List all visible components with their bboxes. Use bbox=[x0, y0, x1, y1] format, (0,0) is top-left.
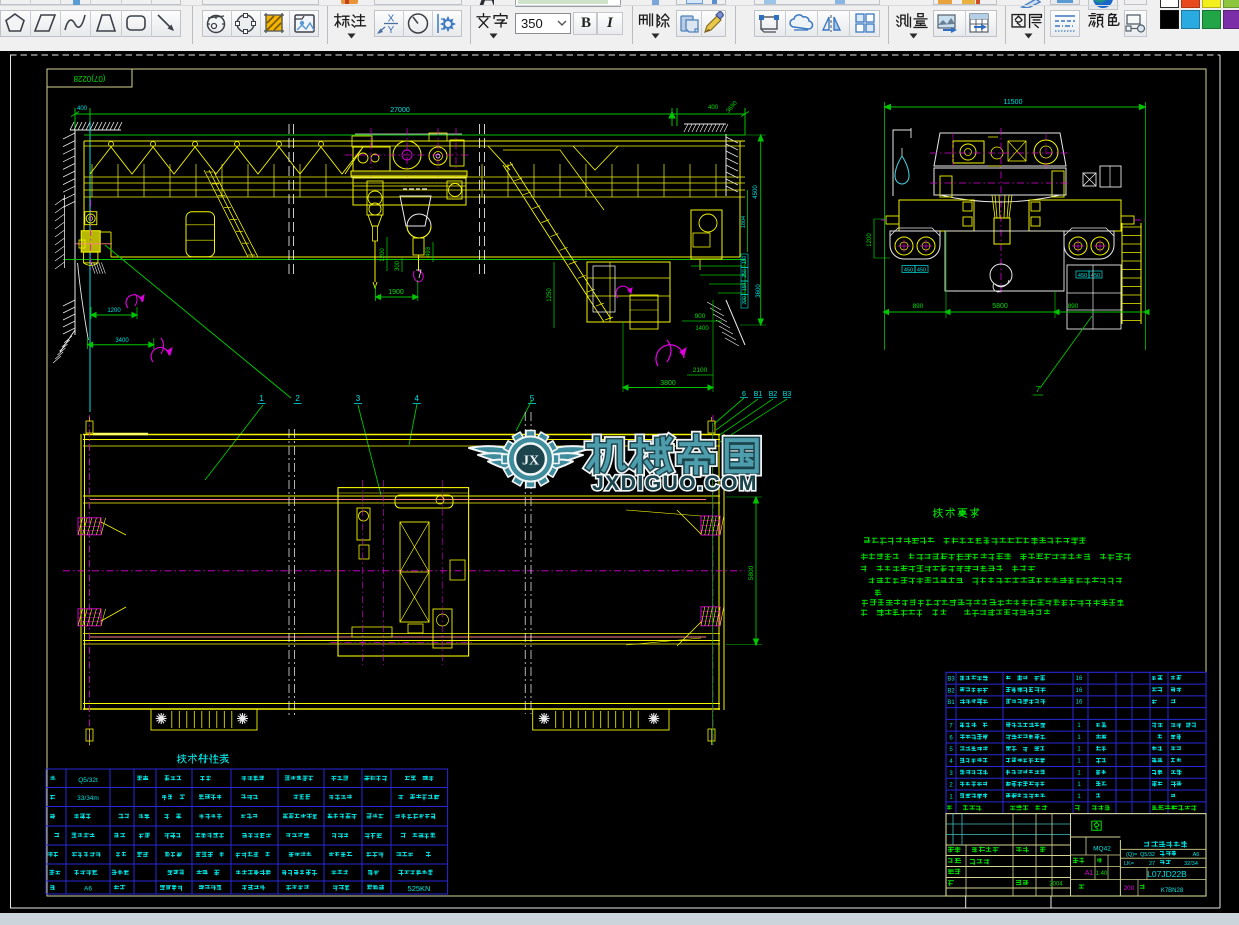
svg-text:7: 7 bbox=[1036, 385, 1041, 394]
svg-text:450: 450 bbox=[904, 267, 913, 273]
svg-text:200: 200 bbox=[742, 296, 748, 305]
svg-text:LK=: LK= bbox=[1124, 861, 1134, 867]
svg-text:1804: 1804 bbox=[741, 216, 747, 228]
svg-text:1: 1 bbox=[259, 394, 264, 403]
svg-text:493: 493 bbox=[426, 246, 432, 257]
svg-text:5800: 5800 bbox=[992, 303, 1008, 310]
svg-text:16: 16 bbox=[1076, 688, 1083, 694]
svg-text:Y: Y bbox=[388, 25, 395, 36]
svg-text:3: 3 bbox=[356, 394, 361, 403]
svg-text:250: 250 bbox=[742, 269, 748, 278]
svg-text:300: 300 bbox=[395, 260, 401, 271]
svg-text:1900: 1900 bbox=[388, 289, 404, 296]
svg-text:3690: 3690 bbox=[726, 100, 740, 115]
svg-text:525KN: 525KN bbox=[408, 884, 431, 893]
svg-text:1: 1 bbox=[1077, 759, 1081, 765]
svg-text:150: 150 bbox=[742, 283, 748, 292]
svg-text:B2: B2 bbox=[769, 391, 778, 398]
svg-text:32/34: 32/34 bbox=[1184, 861, 1198, 867]
svg-text:5800: 5800 bbox=[748, 565, 755, 580]
svg-text:16: 16 bbox=[1076, 700, 1083, 706]
svg-text:3800: 3800 bbox=[660, 380, 676, 387]
svg-text:(07)0228: (07)0228 bbox=[73, 74, 106, 83]
svg-text:1: 1 bbox=[1077, 735, 1081, 741]
svg-text:2004: 2004 bbox=[1049, 882, 1063, 888]
svg-text:400: 400 bbox=[77, 106, 88, 112]
svg-text:1: 1 bbox=[1077, 723, 1081, 729]
svg-text:5: 5 bbox=[530, 394, 535, 403]
svg-text:900: 900 bbox=[695, 313, 706, 320]
svg-text:2: 2 bbox=[295, 394, 300, 403]
svg-text:1: 1 bbox=[949, 794, 953, 800]
svg-text:B1: B1 bbox=[754, 391, 763, 398]
svg-text:2: 2 bbox=[949, 783, 953, 789]
svg-text:200: 200 bbox=[1124, 885, 1135, 892]
svg-text:5: 5 bbox=[949, 747, 953, 753]
svg-text:890: 890 bbox=[1068, 303, 1079, 310]
svg-text:3600: 3600 bbox=[756, 284, 762, 298]
svg-text:3: 3 bbox=[949, 771, 953, 777]
svg-text:6: 6 bbox=[949, 735, 953, 741]
svg-text:X: X bbox=[388, 14, 395, 25]
svg-text:K7BN28: K7BN28 bbox=[1161, 888, 1184, 894]
svg-text:450: 450 bbox=[1078, 273, 1087, 279]
svg-text:450: 450 bbox=[917, 267, 926, 273]
svg-text:4500: 4500 bbox=[753, 185, 759, 199]
svg-text:4: 4 bbox=[414, 394, 419, 403]
svg-text:2100: 2100 bbox=[693, 367, 708, 374]
svg-text:890: 890 bbox=[913, 303, 924, 310]
svg-text:JX: JX bbox=[522, 454, 539, 469]
svg-text:JXDIGUO.COM: JXDIGUO.COM bbox=[592, 472, 758, 495]
svg-text:1: 1 bbox=[1077, 747, 1081, 753]
svg-text:1200: 1200 bbox=[107, 308, 121, 314]
svg-text:16: 16 bbox=[1076, 676, 1083, 682]
svg-text:L07JD22B: L07JD22B bbox=[1147, 869, 1187, 879]
svg-text:A1: A1 bbox=[1085, 870, 1094, 877]
svg-text:1: 1 bbox=[1077, 770, 1081, 776]
svg-text:B3: B3 bbox=[947, 677, 955, 683]
svg-text:Q5/32t: Q5/32t bbox=[78, 777, 98, 784]
svg-text:4: 4 bbox=[949, 759, 953, 765]
svg-text:150: 150 bbox=[742, 256, 748, 265]
svg-text:27000: 27000 bbox=[390, 107, 410, 114]
svg-text:1400: 1400 bbox=[695, 326, 709, 332]
svg-text:27: 27 bbox=[1149, 861, 1155, 867]
svg-text:1: 1 bbox=[1077, 782, 1081, 788]
svg-text:6: 6 bbox=[742, 391, 746, 398]
svg-text:1250: 1250 bbox=[547, 288, 553, 302]
svg-text:1200: 1200 bbox=[867, 233, 873, 247]
svg-text:400: 400 bbox=[708, 105, 719, 111]
svg-text:Q5/32: Q5/32 bbox=[1140, 852, 1155, 858]
svg-text:1: 1 bbox=[1077, 794, 1081, 800]
svg-text:B3: B3 bbox=[783, 391, 792, 398]
svg-text:450: 450 bbox=[1091, 273, 1100, 279]
svg-text:B1: B1 bbox=[947, 700, 955, 706]
svg-text:1200: 1200 bbox=[380, 248, 386, 262]
svg-text:MQ42: MQ42 bbox=[1093, 846, 1111, 853]
svg-text:A6: A6 bbox=[84, 886, 92, 893]
svg-text:B2: B2 bbox=[947, 688, 955, 694]
svg-text:(Q)=: (Q)= bbox=[1126, 852, 1137, 858]
svg-text:1:40: 1:40 bbox=[1096, 871, 1108, 877]
svg-text:3400: 3400 bbox=[115, 338, 129, 344]
svg-text:7: 7 bbox=[949, 724, 953, 730]
svg-text:33/34m: 33/34m bbox=[77, 795, 99, 802]
svg-text:11500: 11500 bbox=[1004, 99, 1023, 106]
svg-text:A6: A6 bbox=[1193, 852, 1200, 858]
